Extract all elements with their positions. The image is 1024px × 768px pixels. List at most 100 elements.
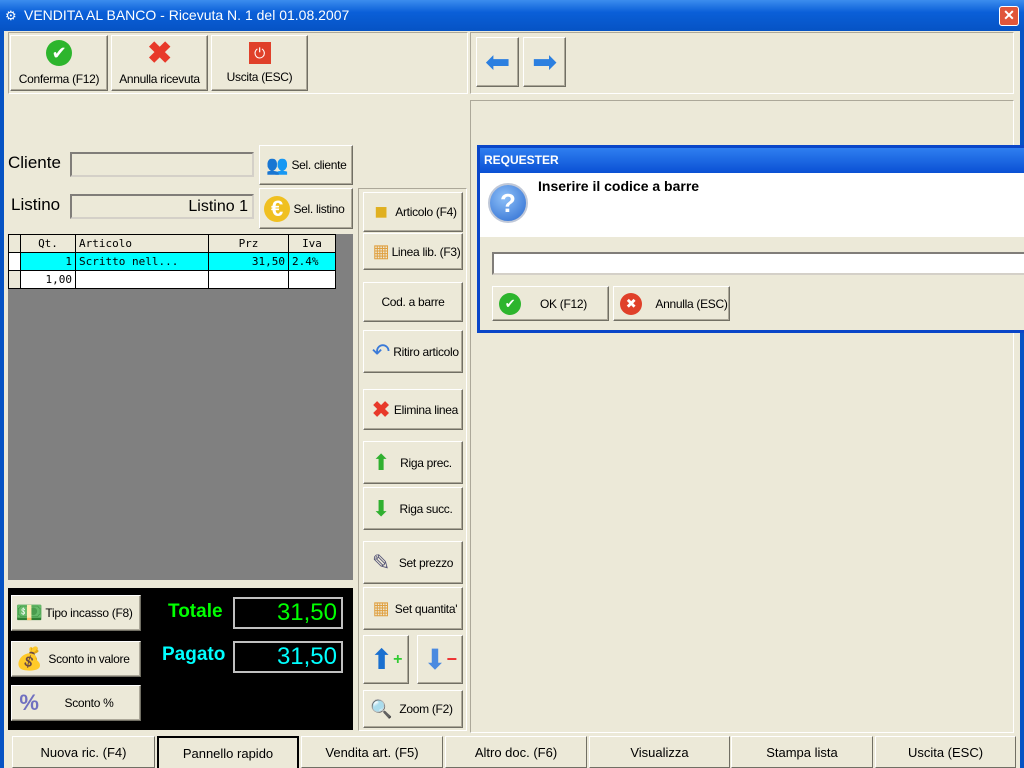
x-icon: ✖	[620, 292, 642, 315]
cell-article[interactable]: Scritto nell...	[75, 252, 209, 271]
dialog-title: REQUESTER	[480, 148, 1024, 173]
total-label: Totale	[168, 601, 223, 622]
cell-qty[interactable]: 1	[20, 252, 76, 271]
value-discount-button[interactable]: 💰 Sconto in valore	[11, 641, 141, 677]
window-title: VENDITA AL BANCO - Ricevuta N. 1 del 01.…	[24, 7, 350, 23]
select-pricelist-button[interactable]: € Sel. listino	[259, 188, 353, 229]
tab-label: Nuova ric. (F4)	[40, 744, 127, 760]
set-quantity-label: Set quantita'	[394, 601, 458, 616]
undo-icon: ↶	[371, 338, 391, 364]
back-button[interactable]: ⬅	[476, 37, 519, 87]
pricelist-field[interactable]: Listino 1	[70, 194, 254, 219]
dialog-message-area: ? Inserire il codice a barre	[480, 173, 1024, 237]
customer-field[interactable]	[70, 152, 254, 177]
arrow-down-minus-icon: ⬇	[423, 644, 447, 675]
return-article-button[interactable]: ↶ Ritiro articolo	[363, 330, 463, 373]
set-quantity-button[interactable]: ▦ Set quantita'	[363, 587, 463, 630]
pricelist-label: Listino	[11, 195, 61, 214]
dialog-cancel-button[interactable]: ✖ Annulla (ESC)	[613, 286, 730, 321]
cell-price[interactable]	[208, 270, 289, 289]
forward-button[interactable]: ➡	[523, 37, 566, 87]
set-price-button[interactable]: ✎ Set prezzo	[363, 541, 463, 584]
payment-type-button[interactable]: 💵 Tipo incasso (F8)	[11, 595, 141, 631]
requester-dialog: REQUESTER ? Inserire il codice a barre ✔…	[477, 145, 1024, 333]
article-button[interactable]: ■ Articolo (F4)	[363, 192, 463, 232]
cell-vat[interactable]: 2.4%	[288, 252, 336, 271]
cell-vat[interactable]	[288, 270, 336, 289]
check-icon: ✔	[46, 40, 72, 66]
zoom-button[interactable]: 🔍 Zoom (F2)	[363, 690, 463, 728]
column-header[interactable]: Prz	[208, 234, 289, 253]
header-row: Qt. Articolo Prz Iva	[8, 234, 336, 253]
select-pricelist-label: Sel. listino	[293, 201, 345, 216]
indicator-header	[8, 234, 21, 253]
plus-icon: +	[393, 650, 403, 668]
question-icon: ?	[488, 183, 528, 223]
cell-price[interactable]: 31,50	[208, 252, 289, 271]
percent-discount-button[interactable]: % Sconto %	[11, 685, 141, 721]
total-value: 31,50	[233, 597, 343, 629]
exit-button[interactable]: ⏻ Uscita (ESC)	[211, 35, 308, 91]
next-row-button[interactable]: ⬇ Riga succ.	[363, 487, 463, 530]
percent-discount-label: Sconto %	[64, 696, 114, 710]
tab-other-doc[interactable]: Altro doc. (F6)	[445, 736, 587, 768]
select-customer-label: Sel. cliente	[291, 158, 347, 172]
money-icon: 💵	[15, 600, 43, 625]
exit-label: Uscita (ESC)	[226, 70, 293, 84]
column-header[interactable]: Iva	[288, 234, 336, 253]
table-row[interactable]: 1 Scritto nell... 31,50 2.4%	[8, 252, 336, 271]
zoom-label: Zoom (F2)	[399, 702, 453, 716]
confirm-button[interactable]: ✔ Conferma (F12)	[10, 35, 108, 91]
previous-row-label: Riga prec.	[400, 455, 452, 470]
arrow-right-icon: ➡	[532, 45, 557, 79]
delete-line-button[interactable]: ✖ Elimina linea	[363, 389, 463, 430]
value-discount-label: Sconto in valore	[48, 652, 130, 666]
magnifier-icon: 🔍	[369, 698, 393, 719]
cell-qty[interactable]: 1,00	[20, 270, 76, 289]
decrease-quantity-button[interactable]: ⬇ −	[417, 635, 463, 684]
tab-label: Pannello rapido	[182, 745, 274, 761]
tab-print-list[interactable]: Stampa lista	[731, 736, 873, 768]
cell-article[interactable]	[75, 270, 209, 289]
select-customer-button[interactable]: 👥 Sel. cliente	[259, 145, 353, 185]
barcode-input[interactable]	[492, 252, 1024, 275]
paid-label: Pagato	[162, 644, 226, 665]
tab-exit[interactable]: Uscita (ESC)	[875, 736, 1016, 768]
barcode-button[interactable]: Cod. a barre	[363, 282, 463, 322]
price-tag-icon: ✎	[371, 549, 391, 575]
close-button[interactable]: ✕	[999, 6, 1019, 26]
cancel-receipt-button[interactable]: ✖ Annulla ricevuta	[111, 35, 208, 91]
previous-row-button[interactable]: ⬆ Riga prec.	[363, 441, 463, 484]
tab-view[interactable]: Visualizza	[589, 736, 730, 768]
app-icon: ⚙	[5, 8, 17, 23]
dialog-ok-button[interactable]: ✔ OK (F12)	[492, 286, 609, 321]
money-bag-icon: 💰	[15, 646, 43, 671]
increase-quantity-button[interactable]: ⬆ +	[363, 635, 409, 684]
column-header[interactable]: Qt.	[20, 234, 76, 253]
tab-article-sale[interactable]: Vendita art. (F5)	[301, 736, 443, 768]
dialog-message: Inserire il codice a barre	[538, 178, 700, 194]
arrow-up-icon: ⬆	[371, 449, 391, 475]
items-grid[interactable]: Qt. Articolo Prz Iva 1 Scritto nell... 31,50 2…	[8, 234, 353, 580]
tab-label: Uscita (ESC)	[907, 744, 984, 760]
tab-new-receipt[interactable]: Nuova ric. (F4)	[12, 736, 155, 768]
tab-label: Stampa lista	[766, 744, 838, 760]
percent-icon: %	[19, 690, 39, 715]
paid-value: 31,50	[233, 641, 343, 673]
table-row[interactable]: 1,00	[8, 270, 336, 289]
row-indicator	[8, 252, 21, 271]
free-line-label: Linea lib. (F3)	[391, 244, 461, 259]
article-label: Articolo (F4)	[395, 205, 457, 219]
arrow-down-icon: ⬇	[371, 495, 391, 521]
items-table: Qt. Articolo Prz Iva 1 Scritto nell... 31,50 2…	[8, 234, 336, 289]
tab-label: Visualizza	[630, 744, 689, 760]
confirm-label: Conferma (F12)	[18, 72, 100, 86]
column-header[interactable]: Articolo	[75, 234, 209, 253]
grid-add-icon: ▦	[372, 598, 390, 618]
free-line-button[interactable]: ▦ Linea lib. (F3)	[363, 233, 463, 270]
tab-quick-panel[interactable]: Pannello rapido	[157, 736, 299, 768]
close-icon: ✕	[1003, 7, 1015, 23]
cancel-label: Annulla ricevuta	[119, 72, 200, 86]
tab-label: Vendita art. (F5)	[325, 744, 419, 760]
dialog-ok-label: OK (F12)	[540, 296, 587, 311]
